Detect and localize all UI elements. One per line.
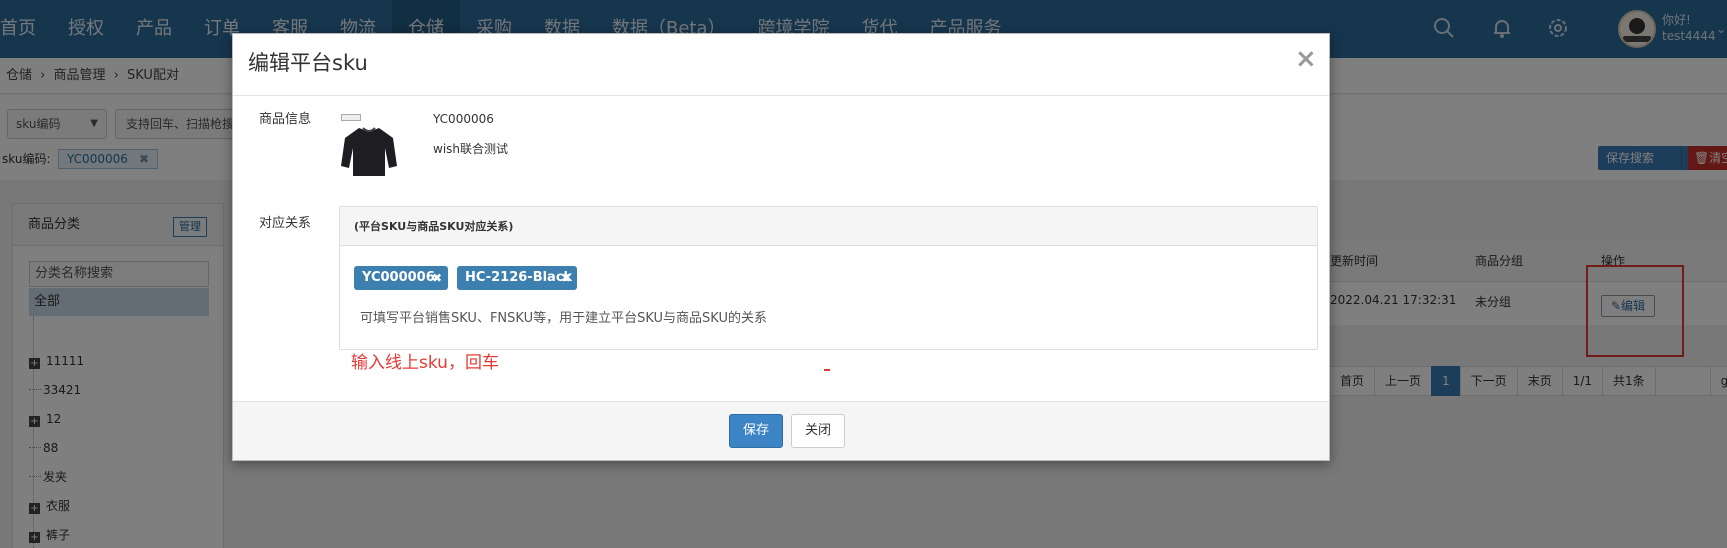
- modal-title: 编辑平台sku: [248, 51, 368, 75]
- product-info-label: 商品信息: [259, 112, 312, 127]
- remove-icon[interactable]: ✖: [561, 266, 571, 290]
- edit-sku-modal: 编辑平台sku × 商品信息 YC000006 wish联合测试 对应关系 (平…: [232, 33, 1330, 461]
- relation-label: 对应关系: [259, 216, 312, 231]
- close-button[interactable]: 关闭: [791, 414, 845, 448]
- thumbnail-tag: [341, 114, 361, 121]
- sku-chip: YC000006 ✖: [354, 266, 448, 290]
- relation-panel-header: (平台SKU与商品SKU对应关系): [340, 207, 1317, 246]
- product-code: YC000006: [433, 112, 494, 126]
- product-thumbnail: [341, 114, 397, 178]
- remove-icon[interactable]: ✖: [432, 266, 442, 290]
- relation-panel: (平台SKU与商品SKU对应关系) YC000006 ✖ HC-2126-Bla…: [339, 206, 1318, 350]
- sku-input[interactable]: 可填写平台销售SKU、FNSKU等，用于建立平台SKU与商品SKU的关系: [360, 307, 767, 326]
- sku-chip-label: HC-2126-Black: [465, 270, 573, 285]
- annotation-text: 输入线上sku，回车: [351, 353, 499, 373]
- close-icon[interactable]: ×: [1295, 44, 1317, 74]
- sweater-icon: [341, 127, 397, 176]
- text-cursor: [824, 369, 830, 371]
- sku-chip: HC-2126-Black ✖: [457, 266, 577, 290]
- sku-chip-label: YC000006: [362, 270, 435, 285]
- save-button[interactable]: 保存: [729, 414, 783, 448]
- modal-header: 编辑平台sku ×: [233, 34, 1329, 96]
- product-name: wish联合测试: [433, 142, 509, 156]
